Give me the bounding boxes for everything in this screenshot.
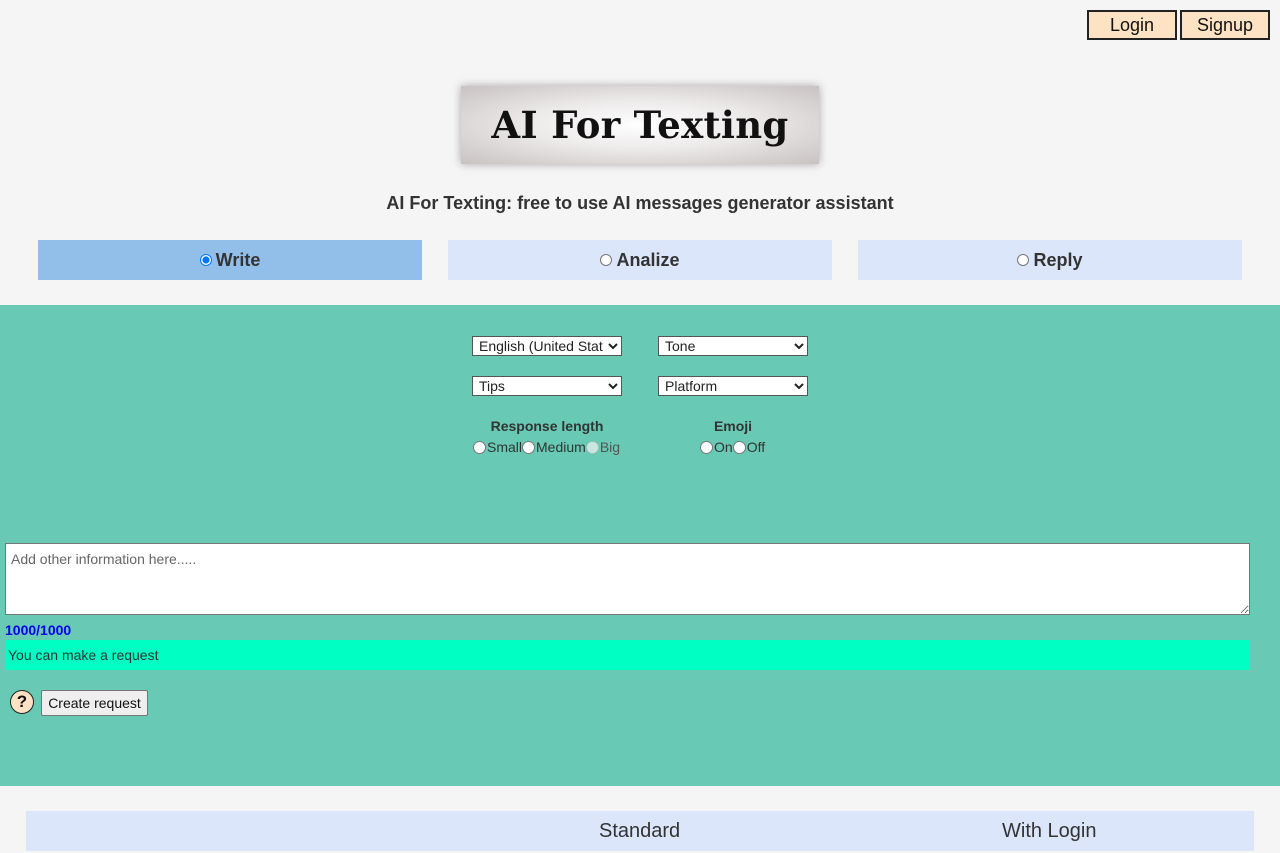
help-icon[interactable]: ? [10,690,34,714]
mode-label-analize: Analize [616,249,680,270]
response-length-title: Response length [490,418,604,434]
page-subtitle: AI For Texting: free to use AI messages … [386,193,894,213]
mode-radio-reply[interactable] [1017,254,1030,266]
mode-tab-reply[interactable]: Reply [858,240,1242,280]
tips-select[interactable]: Tips [472,376,622,396]
mode-radio-write[interactable] [199,254,212,266]
emoji-label-on: On [714,439,733,455]
language-select[interactable]: English (United States) [472,336,622,356]
mode-tab-write[interactable]: Write [38,240,422,280]
emoji-option-off[interactable]: Off [732,439,766,455]
plans-table-header: Standard With Login [26,811,1254,851]
page: Login Signup AI For Texting AI For Texti… [0,0,1280,853]
mode-tab-analize[interactable]: Analize [448,240,832,280]
plan-standard-heading: Standard [599,820,681,842]
mode-label-write: Write [215,249,261,270]
site-logo: AI For Texting [461,86,819,164]
signup-button[interactable]: Signup [1180,10,1270,40]
emoji-radio-off[interactable] [732,440,746,454]
emoji-options: On Off [700,439,765,455]
login-button[interactable]: Login [1087,10,1177,40]
emoji-label-off: Off [746,439,766,455]
emoji-title: Emoji [713,418,753,434]
length-radio-medium[interactable] [522,440,536,454]
length-label-medium: Medium [536,439,586,455]
platform-select[interactable]: Platform [658,376,808,396]
length-option-big: Big [585,439,621,455]
length-radio-small[interactable] [473,440,486,454]
response-length-options: Small Medium Big [473,439,620,455]
emoji-radio-on[interactable] [700,440,713,454]
length-radio-big [585,440,599,454]
status-text: You can make a request [8,647,159,663]
mode-label-reply: Reply [1033,249,1083,270]
request-panel: English (United States) Tone Tips Platfo… [0,305,1280,786]
create-request-button[interactable]: Create request [41,690,148,716]
length-option-medium[interactable]: Medium [522,439,586,455]
logo-text: AI For Texting [491,103,789,147]
emoji-option-on[interactable]: On [700,439,733,455]
length-label-big: Big [599,439,621,455]
char-counter: 1000/1000 [5,622,72,638]
mode-radio-analize[interactable] [600,254,613,266]
tone-select[interactable]: Tone [658,336,808,356]
status-message: You can make a request [5,640,1250,670]
plan-login-heading: With Login [1002,820,1097,842]
length-option-small[interactable]: Small [473,439,522,455]
info-textarea[interactable] [5,543,1250,615]
length-label-small: Small [487,439,523,455]
